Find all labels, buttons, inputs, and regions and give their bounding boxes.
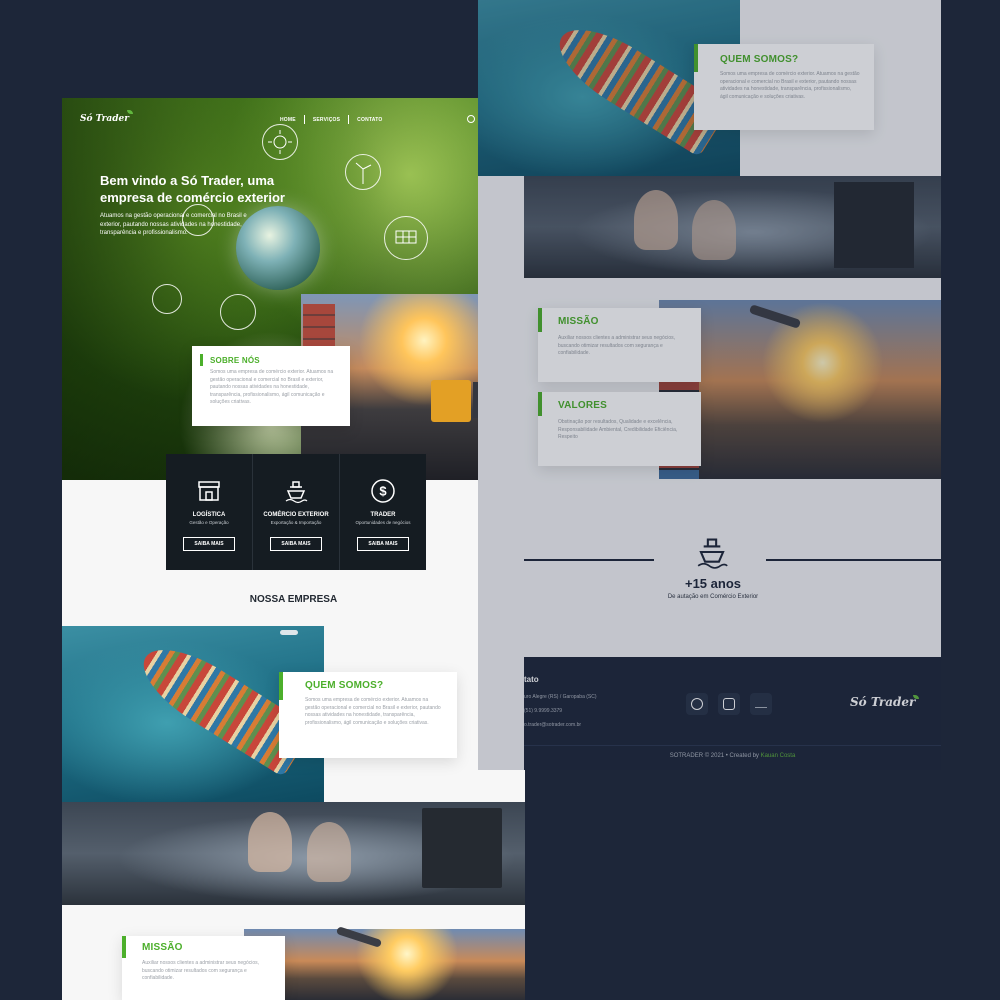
footer-divider bbox=[524, 745, 941, 746]
saiba-mais-button[interactable]: SAIBA MAIS bbox=[183, 537, 235, 551]
leaf-icon bbox=[127, 110, 134, 114]
person-shape bbox=[634, 190, 678, 250]
who-we-are-title: QUEM SOMOS? bbox=[305, 680, 384, 691]
service-comercio-exterior: COMÉRCIO EXTERIOR Exportação & Importaçã… bbox=[253, 454, 340, 570]
divider-line bbox=[524, 559, 654, 561]
leaf-icon bbox=[913, 695, 920, 699]
who-we-are-title: QUEM SOMOS? bbox=[720, 54, 799, 65]
who-we-are-card: QUEM SOMOS? Somos uma empresa de comérci… bbox=[279, 672, 457, 758]
hero-title: Bem vindo a Só Trader, uma empresa de co… bbox=[100, 173, 285, 205]
solar-panel-icon bbox=[384, 216, 428, 260]
values-card: VALORES Obstinação por resultados, Quali… bbox=[538, 392, 701, 466]
company-section-title: NOSSA EMPRESA bbox=[249, 594, 338, 605]
card-accent-bar bbox=[538, 392, 542, 416]
about-card: SOBRE NÓS Somos uma empresa de comércio … bbox=[192, 346, 350, 426]
person-shape bbox=[307, 822, 351, 882]
values-title: VALORES bbox=[558, 400, 607, 411]
saiba-mais-button[interactable]: SAIBA MAIS bbox=[270, 537, 322, 551]
saiba-mais-button[interactable]: SAIBA MAIS bbox=[357, 537, 409, 551]
landing-page-continued: QUEM SOMOS? Somos uma empresa de comérci… bbox=[478, 0, 941, 770]
mission-card: MISSÃO Auxiliar nossos clientes a admini… bbox=[122, 936, 285, 1000]
copyright: SOTRADER © 2021 • Created by Kauan Costa bbox=[524, 753, 941, 759]
card-accent-bar bbox=[538, 308, 542, 332]
ship-icon bbox=[285, 481, 308, 504]
plant-icon bbox=[220, 294, 256, 330]
nav-home[interactable]: HOME bbox=[272, 117, 304, 123]
port-plane-image bbox=[244, 926, 525, 1000]
card-accent-bar bbox=[122, 936, 126, 958]
ship-icon bbox=[697, 538, 728, 569]
site-logo[interactable]: Só Trader bbox=[80, 110, 135, 124]
mission-text: Auxiliar nossos clientes a administrar s… bbox=[558, 335, 675, 356]
service-title: LOGÍSTICA bbox=[192, 512, 226, 518]
values-text: Obstinação por resultados, Qualidade e e… bbox=[558, 419, 678, 440]
hero-text: Atuamos na gestão operacional e comercia… bbox=[100, 213, 247, 236]
svg-text:$: $ bbox=[379, 484, 387, 499]
water-drop-icon bbox=[152, 284, 182, 314]
whatsapp-icon[interactable] bbox=[686, 693, 708, 715]
person-shape bbox=[692, 200, 736, 260]
boat-shape bbox=[280, 630, 298, 635]
person-shape bbox=[248, 812, 292, 872]
mission-title: MISSÃO bbox=[142, 942, 183, 953]
card-accent-bar bbox=[279, 672, 283, 700]
mission-text: Auxiliar nossos clientes a administrar s… bbox=[142, 960, 259, 981]
sun-icon bbox=[262, 124, 298, 160]
monitor-shape bbox=[422, 808, 502, 888]
who-we-are-card: QUEM SOMOS? Somos uma empresa de comérci… bbox=[694, 44, 874, 130]
store-icon bbox=[198, 481, 220, 501]
office-team-image bbox=[62, 802, 525, 905]
service-logistica: LOGÍSTICA Gestão e Operação SAIBA MAIS bbox=[166, 454, 253, 570]
about-title: SOBRE NÓS bbox=[210, 356, 260, 365]
about-text: Somos uma empresa de comércio exterior. … bbox=[210, 369, 334, 405]
mission-title: MISSÃO bbox=[558, 316, 599, 327]
footer-logo[interactable]: Só Trader bbox=[850, 695, 921, 709]
mission-card: MISSÃO Auxiliar nossos clientes a admini… bbox=[538, 308, 701, 382]
years-stat: +15 anos bbox=[684, 576, 741, 591]
service-subtitle: Gestão e Operação bbox=[189, 520, 229, 525]
service-title: TRADER bbox=[370, 512, 396, 518]
card-accent-bar bbox=[200, 354, 203, 366]
truck-shape bbox=[431, 380, 471, 422]
divider-line bbox=[766, 559, 941, 561]
services-bar: LOGÍSTICA Gestão e Operação SAIBA MAIS C… bbox=[166, 454, 426, 570]
mercado-icon[interactable] bbox=[750, 693, 772, 715]
copyright-author-link[interactable]: Kauan Costa bbox=[761, 753, 796, 759]
service-subtitle: Oportunidades de negócios bbox=[355, 520, 411, 525]
airplane-icon bbox=[748, 304, 802, 329]
monitor-shape bbox=[834, 182, 914, 268]
footer-address: uro Alegre (RS) / Garopaba (SC) bbox=[524, 694, 597, 700]
service-title: COMÉRCIO EXTERIOR bbox=[263, 512, 329, 518]
years-stat-subtitle: De autação em Comércio Exterior bbox=[667, 594, 759, 600]
card-accent-bar bbox=[694, 44, 698, 72]
footer-phone: (51) 9.9999.3379 bbox=[524, 708, 563, 714]
footer-contact-title: tato bbox=[524, 675, 539, 684]
who-we-are-text: Somos uma empresa de comércio exterior. … bbox=[305, 697, 441, 726]
footer-email[interactable]: o.trader@sotrader.com.br bbox=[524, 719, 581, 731]
main-nav: HOME SERVIÇOS CONTATO bbox=[272, 115, 390, 124]
airplane-icon bbox=[335, 926, 383, 948]
office-team-image bbox=[524, 176, 941, 278]
service-trader: $ TRADER Oportunidades de negócios SAIBA… bbox=[340, 454, 426, 570]
whatsapp-icon[interactable] bbox=[467, 115, 475, 123]
wind-turbine-icon bbox=[345, 154, 381, 190]
instagram-icon[interactable] bbox=[718, 693, 740, 715]
who-we-are-text: Somos uma empresa de comércio exterior. … bbox=[720, 71, 860, 100]
landing-page-full: Só Trader HOME SERVIÇOS CONTATO Bem vindo … bbox=[62, 98, 525, 1000]
nav-servicos[interactable]: SERVIÇOS bbox=[305, 117, 348, 123]
dollar-icon: $ bbox=[371, 479, 395, 503]
copyright-text: SOTRADER © 2021 • Created by bbox=[669, 753, 759, 759]
nav-contato[interactable]: CONTATO bbox=[349, 117, 390, 123]
footer: tato uro Alegre (RS) / Garopaba (SC) (51… bbox=[524, 657, 941, 770]
port-plane-image bbox=[659, 300, 941, 479]
service-subtitle: Exportação & Importação bbox=[270, 520, 322, 525]
